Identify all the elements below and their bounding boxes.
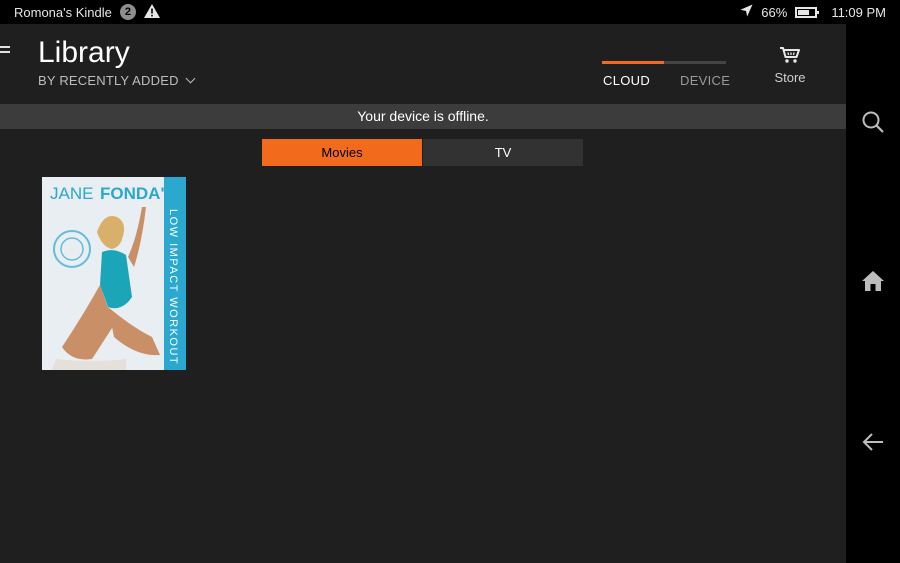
status-bar: Romona's Kindle 2 66% 11:09 PM xyxy=(0,0,900,24)
device-name: Romona's Kindle xyxy=(14,4,112,20)
cover-subtitle: LOW IMPACT WORKOUT xyxy=(167,209,179,365)
notification-badge[interactable]: 2 xyxy=(119,4,136,20)
battery-icon xyxy=(795,6,820,18)
cover-title-line1: JANE xyxy=(50,184,93,203)
search-button[interactable] xyxy=(846,110,900,139)
cart-icon xyxy=(768,46,812,64)
page-title: Library xyxy=(38,36,130,69)
sort-label: BY RECENTLY ADDED xyxy=(38,73,179,88)
cover-title-line2: FONDA'S xyxy=(100,184,176,203)
content-type-tabs: Movies TV xyxy=(262,139,583,166)
location-arrow-icon xyxy=(740,4,753,20)
battery-fill xyxy=(798,9,810,15)
menu-icon[interactable] xyxy=(0,46,10,58)
battery-percent: 66% xyxy=(761,4,788,20)
search-icon xyxy=(861,110,885,139)
store-button[interactable]: Store xyxy=(768,46,812,85)
library-header: Library BY RECENTLY ADDED CLOUD DEVICE S… xyxy=(0,24,846,104)
clock: 11:09 PM xyxy=(831,4,886,20)
tab-cloud[interactable]: CLOUD xyxy=(603,73,650,88)
navigation-bar xyxy=(846,24,900,563)
sort-dropdown[interactable]: BY RECENTLY ADDED xyxy=(38,73,196,88)
status-bar-left: Romona's Kindle 2 xyxy=(0,3,160,21)
library-item-tile[interactable]: JANE FONDA'S LOW IMPACT WORKOUT xyxy=(42,177,186,370)
offline-banner: Your device is offline. xyxy=(0,104,846,129)
tab-movies[interactable]: Movies xyxy=(262,139,422,166)
tab-tv[interactable]: TV xyxy=(423,139,583,166)
back-button[interactable] xyxy=(846,432,900,457)
warning-icon[interactable] xyxy=(143,3,160,21)
status-bar-right: 66% 11:09 PM xyxy=(740,0,886,24)
library-panel: Library BY RECENTLY ADDED CLOUD DEVICE S… xyxy=(0,24,846,563)
chevron-down-icon xyxy=(185,73,196,84)
tab-indicator xyxy=(602,61,664,64)
back-arrow-icon xyxy=(861,432,885,457)
home-button[interactable] xyxy=(846,270,900,297)
home-icon xyxy=(861,270,885,297)
tab-device[interactable]: DEVICE xyxy=(680,73,730,88)
movie-cover-art: JANE FONDA'S LOW IMPACT WORKOUT xyxy=(42,177,186,370)
tab-indicator-track xyxy=(602,61,726,64)
store-label: Store xyxy=(774,70,806,85)
